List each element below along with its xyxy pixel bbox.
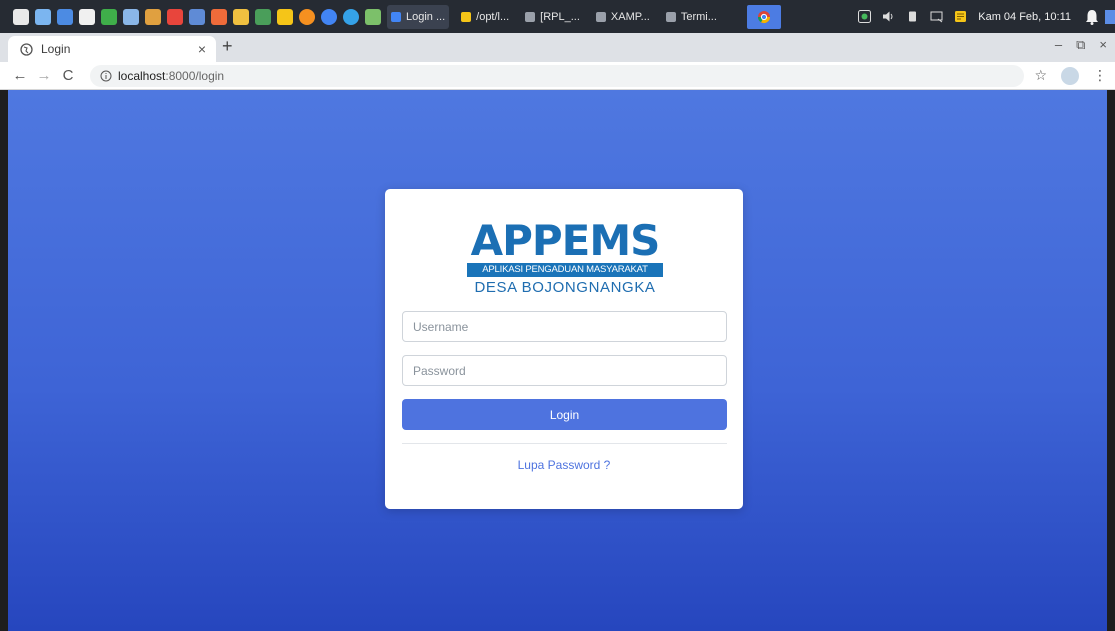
launcher-icon[interactable] [365, 8, 381, 25]
taskbar-window-label: Login ... [406, 10, 446, 23]
logo-village: DESA BOJONGNANGKA [474, 279, 656, 296]
tab-title: Login [41, 42, 71, 56]
launcher-icon[interactable] [13, 8, 29, 25]
taskbar-window-label: /opt/l... [476, 10, 510, 23]
address-bar[interactable]: localhost:8000/login [90, 64, 1025, 87]
window-app-icon [525, 11, 536, 22]
launcher-icons [0, 0, 387, 33]
notification-bell-icon[interactable] [1083, 8, 1101, 26]
launcher-icon[interactable] [189, 8, 205, 25]
window-controls: – ⧉ × [1055, 37, 1107, 53]
password-input[interactable] [402, 355, 727, 386]
forward-button[interactable]: → [32, 67, 56, 84]
browser-menu-icon[interactable]: ⋮ [1093, 67, 1107, 84]
login-card: APPEMS APLIKASI PENGADUAN MASYARAKAT DES… [385, 189, 743, 509]
logo-tagline: APLIKASI PENGADUAN MASYARAKAT [467, 263, 663, 277]
display-icon[interactable] [930, 10, 943, 23]
taskbar-window[interactable]: Login ... [387, 4, 450, 29]
launcher-icon[interactable] [343, 8, 359, 25]
launcher-icon[interactable] [321, 8, 337, 25]
new-tab-button[interactable]: + [222, 36, 233, 57]
taskbar-window[interactable]: Termi... [662, 5, 721, 29]
info-icon[interactable] [100, 70, 112, 82]
forgot-password-link[interactable]: Lupa Password ? [385, 458, 743, 472]
clock[interactable]: Kam 04 Feb, 10:11 [978, 11, 1071, 23]
taskbar-window[interactable]: XAMP... [592, 5, 654, 29]
launcher-icon[interactable] [35, 8, 51, 25]
appems-logo: APPEMS APLIKASI PENGADUAN MASYARAKAT DES… [465, 217, 665, 299]
launcher-icon[interactable] [255, 8, 271, 25]
page-viewport: APPEMS APLIKASI PENGADUAN MASYARAKAT DES… [8, 90, 1107, 631]
browser-toolbar: ← → C localhost:8000/login ☆ ⋮ [0, 62, 1115, 90]
battery-icon[interactable] [906, 10, 919, 23]
toolbar-actions: ☆ ⋮ [1034, 66, 1107, 85]
screen-record-icon[interactable] [858, 10, 872, 23]
window-app-icon [595, 11, 606, 22]
chrome-icon [757, 10, 770, 23]
minimize-button[interactable]: – [1055, 37, 1062, 53]
window-app-icon [391, 11, 401, 22]
launcher-icon[interactable] [167, 8, 183, 25]
notes-icon[interactable] [954, 10, 967, 23]
url-host: localhost [118, 68, 166, 83]
tab-close-icon[interactable]: × [198, 41, 206, 57]
divider [402, 443, 727, 444]
taskbar-windows: Login ... /opt/l... [RPL_... XAMP... Termi..… [387, 4, 729, 29]
launcher-icon[interactable] [233, 8, 249, 25]
window-app-icon [461, 11, 472, 22]
launcher-icon[interactable] [101, 8, 117, 25]
taskbar-window[interactable]: /opt/l... [457, 5, 513, 29]
chrome-taskbar-button[interactable] [746, 4, 781, 29]
volume-icon[interactable] [882, 10, 895, 23]
window-app-icon [665, 11, 676, 22]
launcher-icon[interactable] [211, 8, 227, 25]
taskbar-window[interactable]: [RPL_... [521, 5, 584, 29]
close-window-button[interactable]: × [1099, 37, 1107, 53]
reload-button[interactable]: C [56, 67, 80, 84]
taskbar-window-label: Termi... [680, 10, 717, 23]
username-input[interactable] [402, 311, 727, 342]
globe-icon [20, 42, 33, 56]
launcher-icon[interactable] [123, 8, 139, 25]
logo-wordmark: APPEMS [470, 216, 661, 265]
login-button[interactable]: Login [402, 399, 727, 430]
launcher-icon[interactable] [277, 8, 293, 25]
os-taskbar: Login ... /opt/l... [RPL_... XAMP... Termi..… [0, 0, 1115, 33]
tab-login[interactable]: Login × [8, 36, 216, 62]
profile-avatar[interactable] [1061, 66, 1079, 85]
restore-button[interactable]: ⧉ [1076, 37, 1085, 53]
launcher-icon[interactable] [57, 8, 73, 25]
launcher-icon[interactable] [145, 8, 161, 25]
system-tray: Kam 04 Feb, 10:11 [858, 0, 1115, 33]
browser-tab-strip: Login × + – ⧉ × [0, 33, 1115, 62]
bookmark-star-icon[interactable]: ☆ [1034, 67, 1047, 84]
show-desktop-button[interactable] [1105, 9, 1115, 24]
back-button[interactable]: ← [8, 67, 32, 84]
launcher-icon[interactable] [299, 8, 315, 25]
taskbar-window-label: XAMP... [610, 10, 650, 23]
url-path: :8000/login [165, 68, 225, 83]
taskbar-window-label: [RPL_... [540, 10, 580, 23]
launcher-icon[interactable] [79, 8, 95, 25]
